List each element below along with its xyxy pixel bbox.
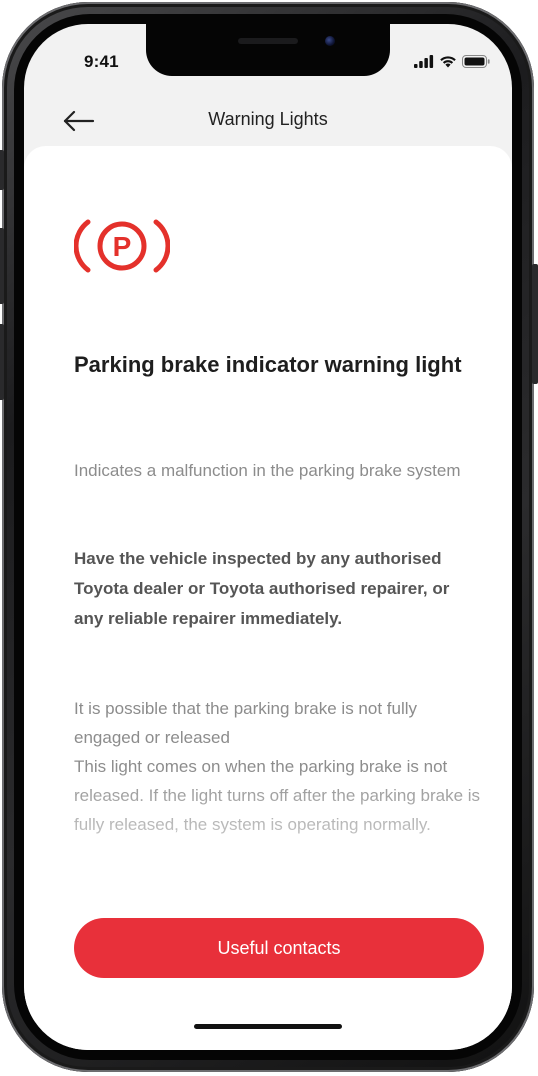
phone-frame: 9:41 Warning Lights P Parking brake indi… [0,2,538,1072]
warning-advice: Have the vehicle inspected by any author… [74,549,450,628]
volume-up-button [0,228,4,304]
wifi-icon [440,55,456,67]
warning-detail-card: P Parking brake indicator warning light … [24,146,512,1050]
volume-down-button [0,324,4,400]
app-header: Warning Lights [24,102,512,142]
notch [146,24,390,76]
warning-description: Indicates a malfunction in the parking b… [74,461,461,480]
power-button [532,264,538,384]
useful-contacts-button[interactable]: Useful contacts [74,918,484,978]
page-title: Warning Lights [208,109,328,129]
speaker [238,38,298,44]
screen: 9:41 Warning Lights P Parking brake indi… [24,24,512,1050]
status-icons [414,54,490,68]
cellular-signal-icon [414,54,434,68]
parking-brake-warning-icon: P [74,219,170,273]
home-indicator[interactable] [194,1024,342,1029]
warning-title: Parking brake indicator warning light [74,352,462,377]
bezel: 9:41 Warning Lights P Parking brake indi… [14,14,522,1060]
front-camera [325,36,335,46]
battery-icon [462,54,490,68]
silent-switch [0,150,4,190]
warning-details: It is possible that the parking brake is… [74,699,481,834]
status-time: 9:41 [84,52,119,71]
svg-text:P: P [113,231,132,262]
